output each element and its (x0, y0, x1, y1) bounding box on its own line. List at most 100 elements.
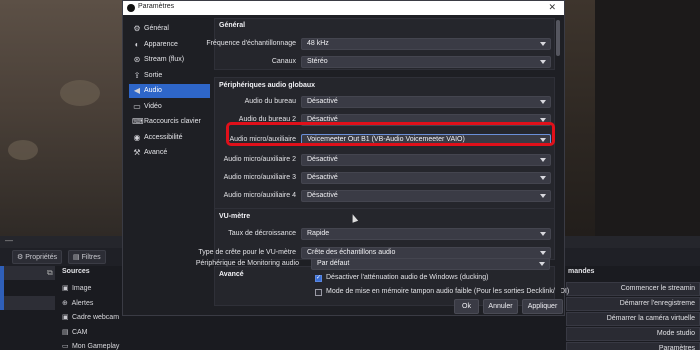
section-title: Général (219, 22, 246, 29)
speaker-icon: ◀ (133, 86, 141, 95)
properties-button[interactable]: ⚙ Propriétés (12, 250, 63, 264)
source-item[interactable]: ▤ CAM (62, 328, 88, 341)
control-button[interactable]: Démarrer la caméra virtuelle (566, 312, 700, 326)
sidebar-item-sortie[interactable]: ⇪ Sortie (129, 69, 210, 83)
sources-header: Sources (62, 268, 90, 275)
ducking-checkbox[interactable] (315, 274, 322, 282)
monitoring-device-select[interactable]: Par défaut (311, 258, 550, 270)
global-audio-section: Périphériques audio globaux Audio du bur… (214, 77, 555, 215)
chevron-down-icon (540, 60, 546, 64)
decay-rate-value: Rapide (307, 230, 330, 237)
chevron-down-icon (540, 42, 546, 46)
ok-button[interactable]: Ok (454, 299, 479, 314)
preview-blob (60, 80, 100, 106)
filters-label: Filtres (81, 254, 101, 261)
audio-device-value: Désactivé (307, 156, 338, 163)
sidebar-item-label: Accessibilité (144, 133, 183, 141)
preview-right-area (565, 0, 700, 236)
sidebar-item-accessibilité[interactable]: ◉ Accessibilité (129, 131, 210, 145)
audio-device-label: Audio micro/auxiliaire 2 (223, 156, 296, 163)
filters-button[interactable]: ▤ Filtres (68, 250, 106, 264)
sidebar-item-général[interactable]: ⚙ Général (129, 22, 210, 36)
dialog-titlebar: Paramètres ✕ (123, 1, 564, 15)
monitor-icon: ▭ (133, 101, 141, 111)
channels-value: Stéréo (307, 58, 328, 65)
chevron-down-icon (540, 100, 546, 104)
control-button[interactable]: Démarrer l'enregistreme (566, 297, 700, 311)
section-title: Périphériques audio globaux (219, 82, 316, 89)
accessibility-icon: ◉ (133, 132, 141, 142)
settings-dialog: Paramètres ✕ ⚙ Général ◐ Apparence ⊛ Stream (… (122, 0, 569, 316)
audio-device-select[interactable]: Désactivé (301, 172, 551, 184)
close-icon[interactable]: ✕ (548, 2, 556, 13)
preview-blob (8, 140, 38, 160)
apply-button[interactable]: Appliquer (522, 299, 563, 314)
chevron-down-icon (540, 194, 546, 198)
dock-undock-icon[interactable]: ⧉ (47, 268, 53, 278)
camera-icon: ▤ (62, 328, 69, 336)
sidebar-item-avancé[interactable]: ⚒ Avancé (129, 146, 210, 160)
sidebar-item-apparence[interactable]: ◐ Apparence (129, 38, 210, 52)
control-button[interactable]: Commencer le streamin (566, 282, 700, 296)
chevron-down-icon (539, 262, 545, 266)
sample-rate-value: 48 kHz (307, 40, 329, 47)
source-label: Cadre webcam (71, 314, 120, 321)
sidebar-item-label: Raccourcis clavier (144, 118, 201, 125)
sidebar-item-vidéo[interactable]: ▭ Vidéo (129, 100, 210, 114)
sidebar-item-audio[interactable]: ◀ Audio (129, 84, 210, 98)
audio-device-value: Désactivé (307, 174, 338, 181)
section-title: Avancé (219, 271, 244, 278)
decay-rate-select[interactable]: Rapide (301, 228, 551, 240)
audio-device-select[interactable]: Désactivé (301, 154, 551, 166)
source-label: Alertes (71, 299, 94, 307)
dialog-title: Paramètres (138, 3, 175, 10)
chevron-down-icon (540, 232, 546, 236)
palette-icon: ◐ (134, 39, 140, 49)
sample-rate-label: Fréquence d'échantillonnage (206, 40, 296, 47)
scene-selection-indicator (0, 266, 4, 310)
monitoring-device-label: Périphérique de Monitoring audio (195, 260, 299, 267)
sidebar-item-label: Apparence (144, 40, 178, 48)
sidebar-item-label: Stream (flux) (144, 56, 185, 63)
globe-icon: ⊛ (133, 55, 141, 64)
preview-dark-panel (595, 0, 700, 236)
image-icon: ▣ (62, 285, 69, 292)
source-item[interactable]: ⊕ Alertes (62, 299, 93, 312)
source-label: CAM (71, 328, 88, 336)
red-highlight-box (226, 122, 555, 146)
source-item[interactable]: ▣ Cadre webcam (62, 313, 119, 326)
audio-device-label: Audio micro/auxiliaire 4 (223, 192, 296, 199)
keyboard-icon: ⌨ (132, 117, 144, 126)
source-item[interactable]: ▣ Image (62, 284, 91, 297)
source-item[interactable]: ▭ Mon Gameplay (62, 342, 119, 350)
sample-rate-select[interactable]: 48 kHz (301, 38, 551, 50)
scene-item[interactable] (0, 296, 55, 310)
channels-select[interactable]: Stéréo (301, 56, 551, 68)
sidebar-item-stream-flux[interactable]: ⊛ Stream (flux) (129, 53, 210, 67)
settings-scrollbar-thumb[interactable] (556, 20, 560, 56)
audio-device-select[interactable]: Désactivé (301, 190, 551, 202)
audio-device-value: Désactivé (307, 192, 338, 199)
low-latency-buffer-checkbox[interactable] (315, 289, 322, 296)
cancel-button[interactable]: Annuler (483, 299, 518, 314)
sidebar-item-raccourcis-clavier[interactable]: ⌨ Raccourcis clavier (129, 115, 210, 129)
sidebar-item-label: Avancé (144, 149, 168, 156)
audio-device-select[interactable]: Désactivé (301, 96, 551, 108)
settings-scrollbar[interactable] (555, 17, 561, 297)
chevron-down-icon (540, 251, 546, 255)
audio-device-label: Audio du bureau (244, 98, 296, 105)
globe-icon: ⊕ (62, 299, 68, 307)
audio-device-label: Audio micro/auxiliaire 3 (223, 174, 296, 181)
source-label: Image (71, 285, 92, 292)
minimize-icon[interactable]: — (5, 236, 13, 245)
decay-rate-label: Taux de décroissance (228, 230, 296, 237)
audio-device-value: Désactivé (307, 98, 338, 105)
obs-logo-icon (127, 4, 135, 12)
preview-left-area (0, 0, 122, 236)
monitoring-device-value: Par défaut (317, 260, 350, 267)
control-button[interactable]: Mode studio (566, 327, 700, 341)
gear-icon: ⚙ (133, 24, 141, 33)
peak-type-label: Type de crête pour le VU-mètre (198, 249, 296, 256)
monitor-icon: ▭ (62, 343, 69, 350)
control-button[interactable]: Paramètres (566, 342, 700, 350)
